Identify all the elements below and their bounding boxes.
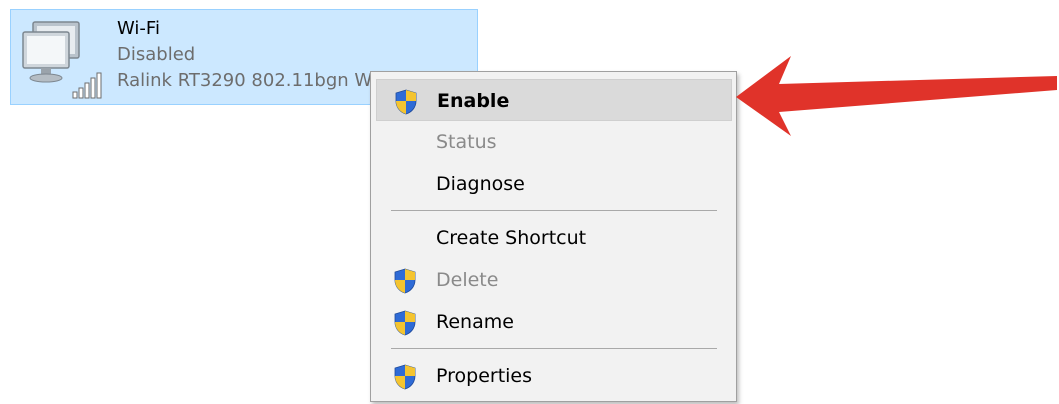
menu-item-status[interactable]: Status [376,121,732,163]
adapter-status: Disabled [117,44,196,65]
uac-shield-icon [395,89,417,115]
context-menu: Enable Status Diagnose Create Shortcut D… [370,71,737,402]
uac-shield-icon [394,364,416,390]
menu-item-label: Rename [436,311,514,333]
adapter-details: Wi-Fi Disabled Ralink RT3290 802.11bgn W [117,16,372,94]
menu-item-enable[interactable]: Enable [376,79,732,121]
menu-item-label: Status [436,131,497,153]
adapter-device-name: Ralink RT3290 802.11bgn W [117,70,373,91]
uac-shield-icon [394,268,416,294]
menu-item-label: Create Shortcut [436,227,587,249]
menu-item-label: Properties [436,365,533,387]
red-arrow-annotation [736,56,1057,136]
menu-item-label: Diagnose [436,173,525,195]
adapter-name: Wi-Fi [117,18,160,39]
network-adapter-icon [22,21,102,99]
menu-item-delete[interactable]: Delete [376,259,732,301]
desktop-area: Wi-Fi Disabled Ralink RT3290 802.11bgn W… [0,0,1059,404]
menu-item-label: Enable [437,90,510,112]
menu-item-rename[interactable]: Rename [376,301,732,343]
menu-item-label: Delete [436,269,499,291]
menu-item-properties[interactable]: Properties [376,355,732,397]
menu-separator [391,210,717,211]
uac-shield-icon [394,310,416,336]
menu-item-diagnose[interactable]: Diagnose [376,163,732,205]
menu-separator [391,348,717,349]
menu-item-create-shortcut[interactable]: Create Shortcut [376,217,732,259]
